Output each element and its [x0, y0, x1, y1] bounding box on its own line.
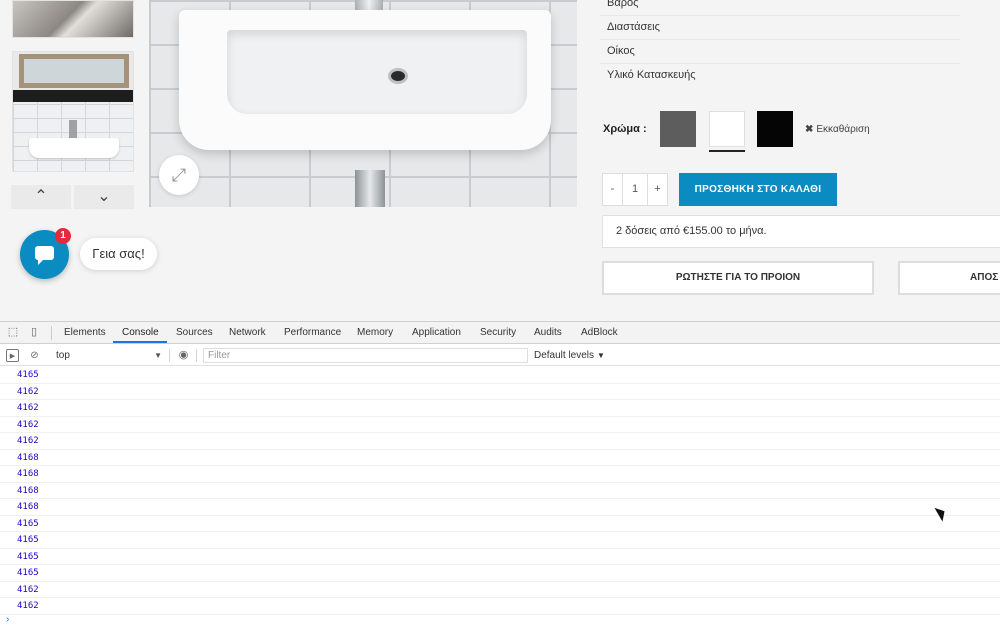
console-log: 4165 4162 4162 4162 4162 4168 4168 4168 …: [0, 367, 1000, 615]
product-main-image[interactable]: [149, 0, 577, 207]
tab-memory[interactable]: Memory: [357, 322, 393, 344]
clear-selection-link[interactable]: ✖ Εκκαθάριση: [805, 124, 870, 135]
active-tab-indicator: [113, 341, 167, 343]
console-prompt[interactable]: ›: [6, 614, 9, 625]
devtools-panel: ⬚ ▯ Elements Console Sources Network Per…: [0, 321, 1000, 642]
tab-elements[interactable]: Elements: [64, 322, 106, 344]
color-swatch-white[interactable]: [709, 111, 745, 147]
tab-performance[interactable]: Performance: [284, 322, 341, 344]
dropdown-arrow-icon: ▼: [154, 351, 162, 360]
chevron-down-icon[interactable]: ⌄: [74, 185, 134, 209]
console-message: 4162: [0, 433, 1000, 450]
sidebar-toggle-icon[interactable]: ▶: [6, 349, 19, 362]
console-message: 4165: [0, 532, 1000, 549]
device-toolbar-icon[interactable]: ▯: [27, 326, 41, 339]
tab-network[interactable]: Network: [229, 322, 266, 344]
image-drain-pipe: [355, 170, 385, 207]
dropdown-arrow-icon: ▼: [597, 351, 605, 360]
toolbar-divider: [169, 349, 170, 362]
console-message: 4162: [0, 400, 1000, 417]
inspect-element-icon[interactable]: ⬚: [6, 326, 20, 339]
chat-greeting[interactable]: Γεια σας!: [80, 238, 157, 270]
installments-info: 2 δόσεις από €155.00 το μήνα.: [602, 215, 1000, 248]
gallery-thumbnail-1[interactable]: [12, 0, 134, 38]
selected-swatch-indicator: [709, 150, 745, 152]
console-message: 4162: [0, 384, 1000, 400]
log-levels-dropdown[interactable]: Default levels ▼: [534, 348, 605, 363]
attribute-material: Υλικό Κατασκευής: [607, 69, 696, 81]
console-message: 4162: [0, 598, 1000, 615]
image-sink: [179, 10, 551, 150]
chevron-up-icon[interactable]: ⌃: [11, 185, 71, 209]
context-selector[interactable]: top ▼: [52, 347, 165, 364]
attribute-divider: [600, 63, 960, 64]
gallery-thumbnail-2[interactable]: [12, 51, 134, 172]
attribute-dimensions: Διαστάσεις: [607, 21, 660, 33]
tab-sources[interactable]: Sources: [176, 322, 213, 344]
color-label: Χρώμα :: [603, 123, 647, 135]
color-swatch-gray[interactable]: [660, 111, 696, 147]
thumbnail-basin: [29, 138, 119, 158]
attribute-divider: [600, 15, 960, 16]
image-sink-drain: [388, 68, 408, 84]
close-icon: ✖: [805, 124, 814, 135]
product-page: ⌃ ⌄ ⤢ 1 Γεια σας! Βάρος Διαστάσεις Οίκος…: [0, 0, 1000, 321]
attribute-brand: Οίκος: [607, 45, 635, 57]
console-message: 4165: [0, 516, 1000, 532]
console-message: 4168: [0, 450, 1000, 466]
console-message: 4168: [0, 466, 1000, 483]
tab-audits[interactable]: Audits: [534, 322, 562, 344]
context-value: top: [56, 350, 70, 361]
attribute-weight: Βάρος: [607, 0, 639, 9]
expand-icon[interactable]: ⤢: [159, 155, 199, 195]
color-swatch-black[interactable]: [757, 111, 793, 147]
chat-notification-badge: 1: [55, 228, 71, 244]
console-toolbar: ▶ ⊘ top ▼ ◉ Filter Default levels ▼: [0, 345, 1000, 366]
eye-icon[interactable]: ◉: [177, 349, 190, 362]
ask-about-product-button[interactable]: ΡΩΤΗΣΤΕ ΓΙΑ ΤΟ ΠΡΟΙΟΝ: [602, 261, 874, 295]
toolbar-divider: [196, 349, 197, 362]
log-levels-label: Default levels: [534, 350, 595, 361]
tab-security[interactable]: Security: [480, 322, 516, 344]
thumbnail-mirror: [19, 54, 129, 88]
tab-adblock[interactable]: AdBlock: [581, 322, 618, 344]
thumbnail-tile-band: [13, 90, 133, 102]
clear-label: Εκκαθάριση: [816, 124, 870, 135]
console-message: 4168: [0, 483, 1000, 499]
add-to-cart-button[interactable]: ΠΡΟΣΘΗΚΗ ΣΤΟ ΚΑΛΑΘΙ: [679, 173, 837, 206]
console-message: 4168: [0, 499, 1000, 516]
clear-console-icon[interactable]: ⊘: [28, 349, 41, 362]
console-message: 4162: [0, 417, 1000, 433]
quantity-decrease-button[interactable]: -: [602, 173, 623, 206]
console-message: 4165: [0, 367, 1000, 384]
devtools-tab-bar: ⬚ ▯ Elements Console Sources Network Per…: [0, 322, 1000, 344]
quantity-input[interactable]: 1: [622, 173, 648, 206]
console-filter-input[interactable]: Filter: [203, 348, 528, 363]
tab-application[interactable]: Application: [412, 322, 461, 344]
attribute-divider: [600, 39, 960, 40]
quantity-increase-button[interactable]: +: [647, 173, 668, 206]
toolbar-divider: [51, 326, 52, 340]
console-message: 4165: [0, 565, 1000, 582]
thumbnail-faucet: [69, 120, 77, 138]
image-sink-bowl: [227, 30, 527, 114]
chat-bubble-icon: [35, 246, 54, 265]
console-message: 4165: [0, 549, 1000, 565]
console-message: 4162: [0, 582, 1000, 598]
secondary-action-button[interactable]: ΑΠΟΣ: [898, 261, 1000, 295]
